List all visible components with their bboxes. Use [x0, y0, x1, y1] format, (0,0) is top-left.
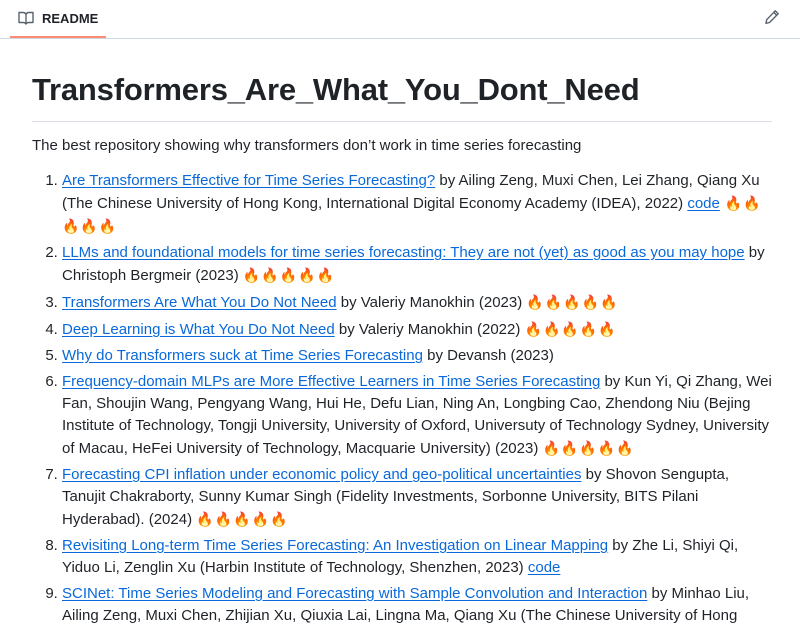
paper-link[interactable]: Forecasting CPI inflation under economic… [62, 466, 581, 483]
paper-list: Are Transformers Effective for Time Seri… [32, 170, 772, 627]
paper-link[interactable]: Are Transformers Effective for Time Seri… [62, 172, 435, 189]
list-item: SCINet: Time Series Modeling and Forecas… [62, 583, 772, 627]
code-link[interactable]: code [528, 559, 561, 576]
paper-link[interactable]: LLMs and foundational models for time se… [62, 244, 745, 261]
paper-details: by Devansh (2023) [422, 347, 554, 364]
readme-panel: README Transformers_Are_What_You_Dont_Ne… [0, 0, 800, 624]
paper-details: by Valeriy Manokhin (2023) [336, 294, 527, 311]
list-item: Deep Learning is What You Do Not Need by… [62, 318, 772, 341]
fire-rating: 🔥🔥🔥🔥🔥 [542, 440, 635, 456]
fire-rating: 🔥🔥🔥🔥🔥 [242, 267, 336, 283]
list-item: LLMs and foundational models for time se… [62, 242, 772, 287]
list-item: Are Transformers Effective for Time Seri… [62, 170, 772, 238]
readme-description: The best repository showing why transfor… [32, 137, 582, 154]
readme-title: Transformers_Are_What_You_Dont_Need [32, 71, 772, 122]
fire-rating: 🔥🔥🔥🔥🔥 [526, 294, 619, 310]
paper-link[interactable]: Frequency-domain MLPs are More Effective… [62, 373, 600, 390]
paper-details: by Valeriy Manokhin (2022) [334, 321, 525, 338]
fire-rating: 🔥🔥🔥🔥🔥 [524, 321, 617, 337]
paper-link[interactable]: SCINet: Time Series Modeling and Forecas… [62, 585, 647, 602]
readme-content: Transformers_Are_What_You_Dont_Need The … [32, 38, 772, 631]
list-item: Frequency-domain MLPs are More Effective… [62, 371, 772, 460]
readme-header: README [0, 0, 800, 39]
code-link[interactable]: code [687, 195, 720, 212]
pencil-icon [764, 9, 780, 30]
paper-link[interactable]: Deep Learning is What You Do Not Need [62, 321, 335, 338]
list-item: Transformers Are What You Do Not Need by… [62, 291, 772, 314]
edit-button[interactable] [762, 9, 782, 29]
readme-tab[interactable]: README [10, 0, 107, 38]
list-item: Why do Transformers suck at Time Series … [62, 345, 772, 367]
fire-rating: 🔥🔥🔥🔥🔥 [196, 511, 289, 527]
list-item: Forecasting CPI inflation under economic… [62, 464, 772, 531]
paper-link[interactable]: Why do Transformers suck at Time Series … [62, 347, 423, 364]
paper-link[interactable]: Revisiting Long-term Time Series Forecas… [62, 537, 608, 554]
readme-tab-label: README [42, 10, 99, 26]
list-item: Revisiting Long-term Time Series Forecas… [62, 535, 772, 579]
paper-link[interactable]: Transformers Are What You Do Not Need [62, 294, 337, 311]
book-icon [18, 10, 34, 26]
